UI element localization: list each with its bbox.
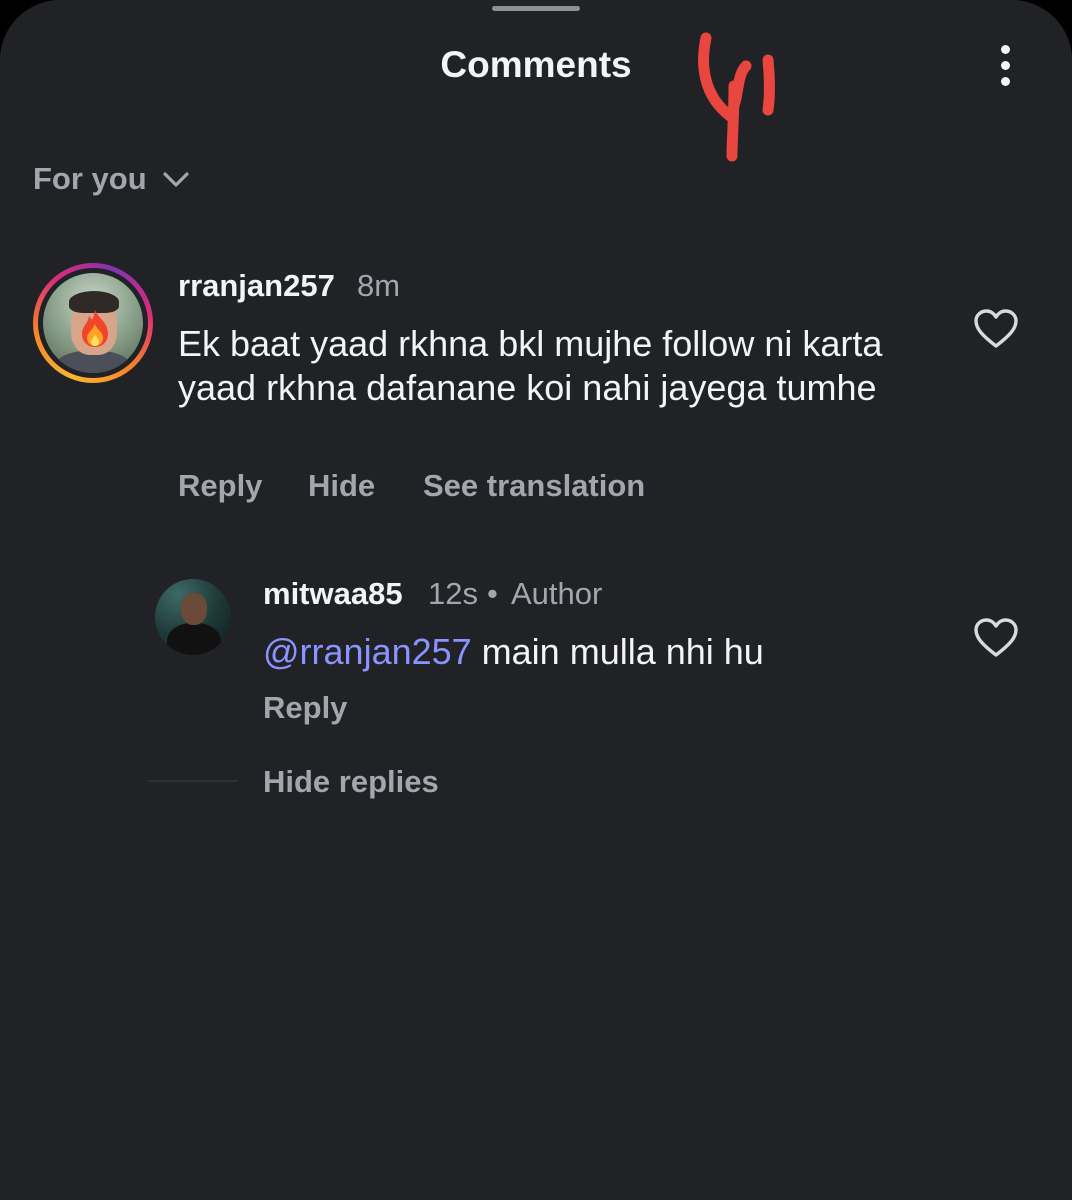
reply-avatar-body	[167, 623, 221, 655]
chevron-down-icon	[163, 172, 189, 187]
more-vertical-icon	[1001, 45, 1010, 54]
reply-to-reply-button[interactable]: Reply	[263, 690, 347, 726]
comment-timestamp: 8m	[357, 268, 401, 303]
red-scribble-annotation	[698, 32, 775, 162]
author-badge: Author	[511, 576, 603, 611]
reply-avatar[interactable]	[155, 579, 231, 655]
heart-outline-icon[interactable]	[973, 308, 1019, 350]
reply-text: @rranjan257 main mulla nhi hu	[263, 630, 764, 674]
fire-emoji-icon	[82, 310, 108, 347]
comment-username[interactable]: rranjan257	[178, 268, 335, 304]
sort-filter-dropdown[interactable]: For you	[33, 158, 193, 200]
avatar[interactable]	[43, 273, 143, 373]
reply-button[interactable]: Reply	[178, 468, 262, 504]
see-translation-button[interactable]: See translation	[423, 468, 645, 504]
mention-link[interactable]: @rranjan257	[263, 631, 472, 672]
hide-button[interactable]: Hide	[308, 468, 375, 504]
thread-divider	[148, 780, 238, 782]
meta-separator: •	[487, 576, 498, 611]
reply-timestamp: 12s	[428, 576, 478, 611]
hide-replies-button[interactable]: Hide replies	[263, 764, 439, 800]
comment-text: Ek baat yaad rkhna bkl mujhe follow ni k…	[178, 323, 883, 408]
drag-handle[interactable]	[492, 6, 580, 11]
more-vertical-icon-dot	[1001, 61, 1010, 70]
reply-avatar-head	[181, 593, 207, 625]
comments-sheet: Comments For you rranjan257 8m Ek baat y…	[0, 0, 1072, 1200]
reply-username[interactable]: mitwaa85	[263, 576, 403, 612]
heart-outline-icon[interactable]	[973, 617, 1019, 659]
reply-body: main mulla nhi hu	[471, 631, 764, 672]
page-title: Comments	[440, 44, 632, 85]
sort-filter-label: For you	[33, 161, 147, 196]
more-options-button[interactable]	[986, 40, 1026, 92]
more-vertical-icon-dot	[1001, 77, 1010, 86]
